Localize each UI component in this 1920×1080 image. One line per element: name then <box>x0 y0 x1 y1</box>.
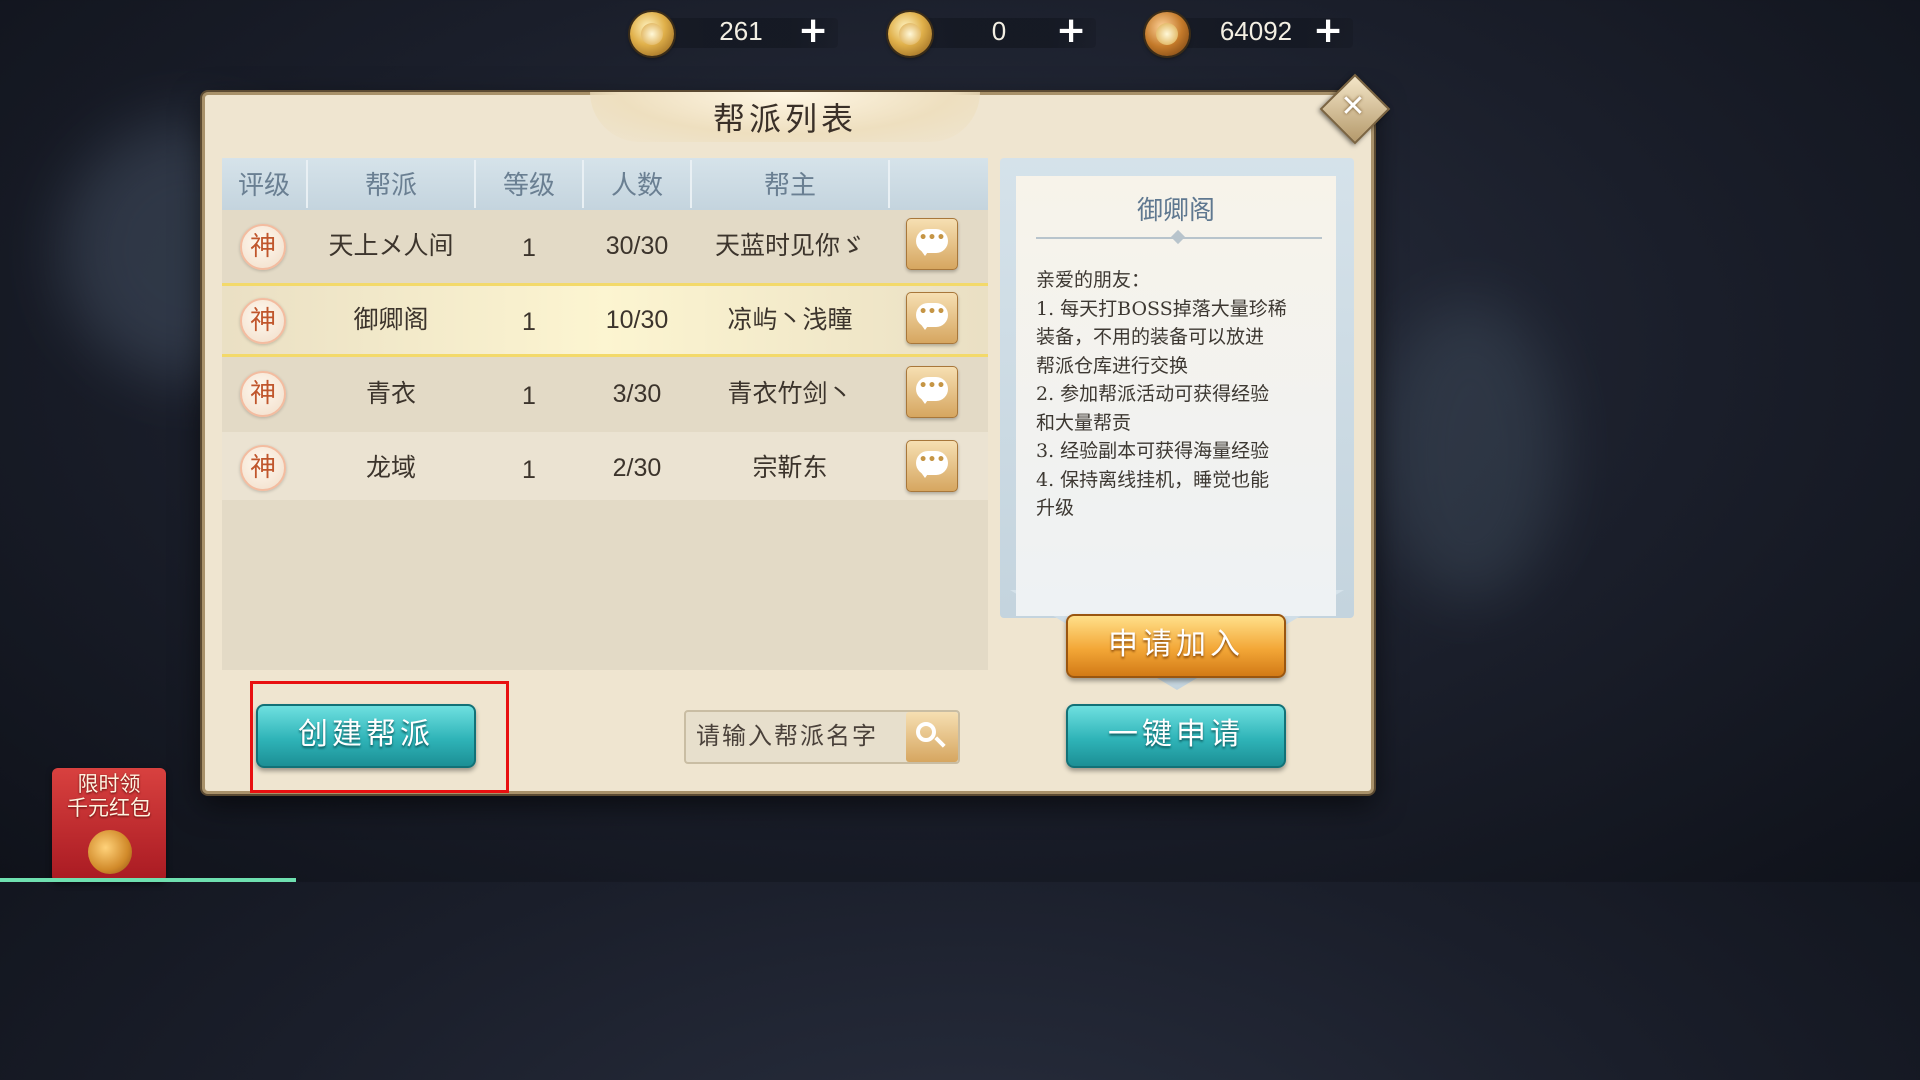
guild-level: 1 <box>522 234 536 262</box>
search-input[interactable]: 请输入帮派名字 <box>696 716 902 756</box>
guild-members: 10/30 <box>605 306 669 334</box>
header-members: 人数 <box>610 171 663 201</box>
coin-icon <box>1145 12 1189 56</box>
header-level: 等级 <box>502 171 555 201</box>
chat-button[interactable]: ••• <box>906 366 958 418</box>
search-icon <box>916 722 936 742</box>
guild-name: 青衣 <box>365 379 416 408</box>
announcement-line: 帮派仓库进行交换 <box>1036 354 1189 377</box>
ingot-icon <box>888 12 932 56</box>
guild-name: 天上メ人间 <box>328 231 454 260</box>
guild-level: 1 <box>522 382 536 410</box>
guild-leader: 天蓝时见你ゞ <box>714 231 865 260</box>
close-icon[interactable]: ✕ <box>1330 84 1376 130</box>
guild-leader: 凉屿丶浅瞳 <box>727 305 853 334</box>
chat-button[interactable]: ••• <box>906 440 958 492</box>
red-envelope-coin-icon <box>88 830 132 874</box>
chat-button[interactable]: ••• <box>906 292 958 344</box>
announcement-line: 装备，不用的装备可以放进 <box>1036 326 1265 348</box>
announcement-line: 和大量帮贡 <box>1036 411 1132 434</box>
add-bound-ingot-button[interactable]: + <box>798 13 828 49</box>
announcement-line: 4. 保持离线挂机，睡觉也能 <box>1036 468 1270 491</box>
guild-members: 30/30 <box>605 232 669 260</box>
highlight-box <box>250 681 509 793</box>
bottom-progress-strip <box>0 878 296 882</box>
rank-badge: 神 <box>240 445 286 491</box>
rank-badge: 神 <box>240 298 286 344</box>
announcement-line: 亲爱的朋友： <box>1036 269 1151 291</box>
guild-level: 1 <box>522 308 536 336</box>
one-click-apply-button[interactable]: 一键申请 <box>1066 704 1286 768</box>
guild-members: 2/30 <box>612 454 662 482</box>
promo-line: 限时领 <box>77 772 141 796</box>
panel-title: 帮派列表 <box>712 100 857 138</box>
chat-button[interactable]: ••• <box>906 218 958 270</box>
guild-members: 3/30 <box>612 380 662 408</box>
announcement-line: 2. 参加帮派活动可获得经验 <box>1036 383 1270 405</box>
currency-value: 64092 <box>1219 16 1293 46</box>
search-button[interactable] <box>906 712 958 762</box>
announcement-line: 1. 每天打BOSS掉落大量珍稀 <box>1036 297 1287 320</box>
currency-value: 0 <box>991 16 1007 46</box>
apply-join-button[interactable]: 申请加入 <box>1066 614 1286 678</box>
currency-value: 261 <box>719 16 763 46</box>
header-divider <box>888 160 890 208</box>
currency-ingot: 0 + <box>888 12 1098 56</box>
guild-name: 御卿阁 <box>353 305 429 334</box>
announcement-line: 3. 经验副本可获得海量经验 <box>1036 440 1270 462</box>
promo-label: 限时领 千元红包 <box>52 772 166 820</box>
header-rating: 评级 <box>237 171 290 201</box>
background-scene-glow-2 <box>1380 300 1560 600</box>
guild-name: 龙域 <box>365 453 416 482</box>
rank-badge: 神 <box>240 224 286 270</box>
header-guild: 帮派 <box>364 171 417 201</box>
header-leader: 帮主 <box>763 171 816 201</box>
guild-level: 1 <box>522 456 536 484</box>
currency-coin: 64092 + <box>1145 12 1355 56</box>
rank-badge: 神 <box>240 371 286 417</box>
guild-announcement: 亲爱的朋友： 1. 每天打BOSS掉落大量珍稀 装备，不用的装备可以放进 帮派仓… <box>1036 266 1326 523</box>
bound-ingot-icon <box>630 12 674 56</box>
guild-leader: 青衣竹剑丶 <box>727 379 853 408</box>
currency-bound-ingot: 261 + <box>630 12 840 56</box>
announcement-line: 升级 <box>1036 497 1075 519</box>
guild-leader: 宗靳东 <box>752 453 828 482</box>
add-coin-button[interactable]: + <box>1313 13 1343 49</box>
add-ingot-button[interactable]: + <box>1056 13 1086 49</box>
promo-line: 千元红包 <box>67 796 151 820</box>
guild-info-title: 御卿阁 <box>1136 196 1215 226</box>
